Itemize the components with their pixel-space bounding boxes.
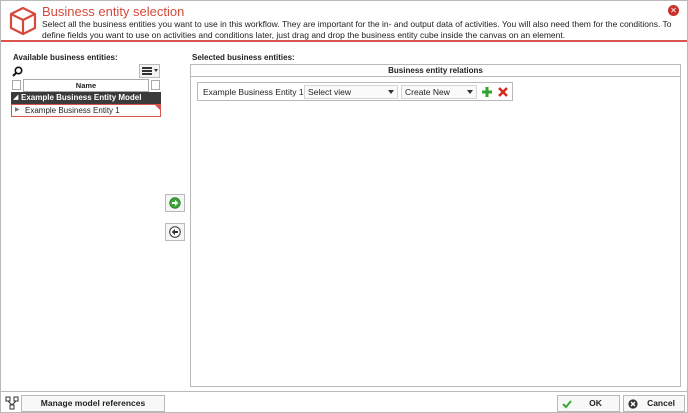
move-right-button[interactable] [165, 194, 185, 212]
plus-icon[interactable] [481, 86, 493, 98]
cancel-icon [628, 399, 638, 409]
cancel-button[interactable]: Cancel [623, 395, 685, 412]
model-references-icon [5, 396, 19, 410]
relations-panel: Business entity relations Example Busine… [190, 64, 681, 387]
name-column-header[interactable]: Name [23, 79, 149, 92]
footer-divider [1, 391, 688, 392]
select-view-dropdown[interactable]: Select view [304, 85, 398, 99]
ok-button[interactable]: OK [557, 395, 620, 412]
tree-node-entity[interactable]: ▶ Example Business Entity 1 [11, 104, 161, 117]
collapsed-triangle-icon[interactable]: ▶ [15, 105, 20, 116]
dialog-header: Business entity selection Select all the… [1, 1, 687, 42]
dialog-window: Business entity selection Select all the… [0, 0, 688, 413]
chevron-down-icon [388, 90, 394, 94]
dialog-footer: Manage model references OK Cancel [1, 394, 688, 413]
model-label: Example Business Entity Model [21, 93, 142, 102]
chevron-down-icon [467, 90, 473, 94]
selection-corner-marker [154, 104, 161, 111]
expand-triangle-icon[interactable]: ◢ [13, 92, 18, 104]
move-left-button[interactable] [165, 223, 185, 241]
arrow-left-icon [169, 226, 181, 238]
manage-model-references-button[interactable]: Manage model references [21, 395, 165, 412]
selected-entities-label: Selected business entities: [192, 53, 295, 62]
arrow-right-icon [169, 197, 181, 209]
dialog-title: Business entity selection [42, 4, 185, 19]
relation-row: Example Business Entity 1 Select view Cr… [197, 82, 513, 101]
available-entities-label: Available business entities: [13, 53, 118, 62]
cube-icon [9, 6, 37, 36]
entity-label: Example Business Entity 1 [25, 106, 120, 115]
column-filter-checkbox[interactable] [151, 80, 160, 90]
create-mode-dropdown[interactable]: Create New [401, 85, 477, 99]
dialog-description: Select all the business entities you wan… [42, 19, 672, 40]
entity-tree: Name ◢ Example Business Entity Model ▶ E… [11, 79, 161, 119]
select-view-value: Select view [308, 87, 351, 97]
tree-node-model[interactable]: ◢ Example Business Entity Model [11, 92, 161, 104]
create-mode-value: Create New [405, 87, 450, 97]
tree-header: Name [11, 79, 161, 92]
checkmark-icon [562, 400, 572, 409]
ok-label: OK [589, 398, 602, 408]
relations-header: Business entity relations [191, 65, 680, 77]
cancel-label: Cancel [647, 398, 675, 408]
tree-options-button[interactable] [139, 64, 160, 78]
relation-entity-name: Example Business Entity 1 [203, 87, 304, 97]
search-icon[interactable] [12, 66, 23, 77]
x-icon[interactable] [497, 86, 509, 98]
select-all-checkbox[interactable] [12, 80, 21, 90]
close-icon[interactable]: ✕ [668, 5, 679, 16]
list-options-icon [142, 67, 158, 75]
